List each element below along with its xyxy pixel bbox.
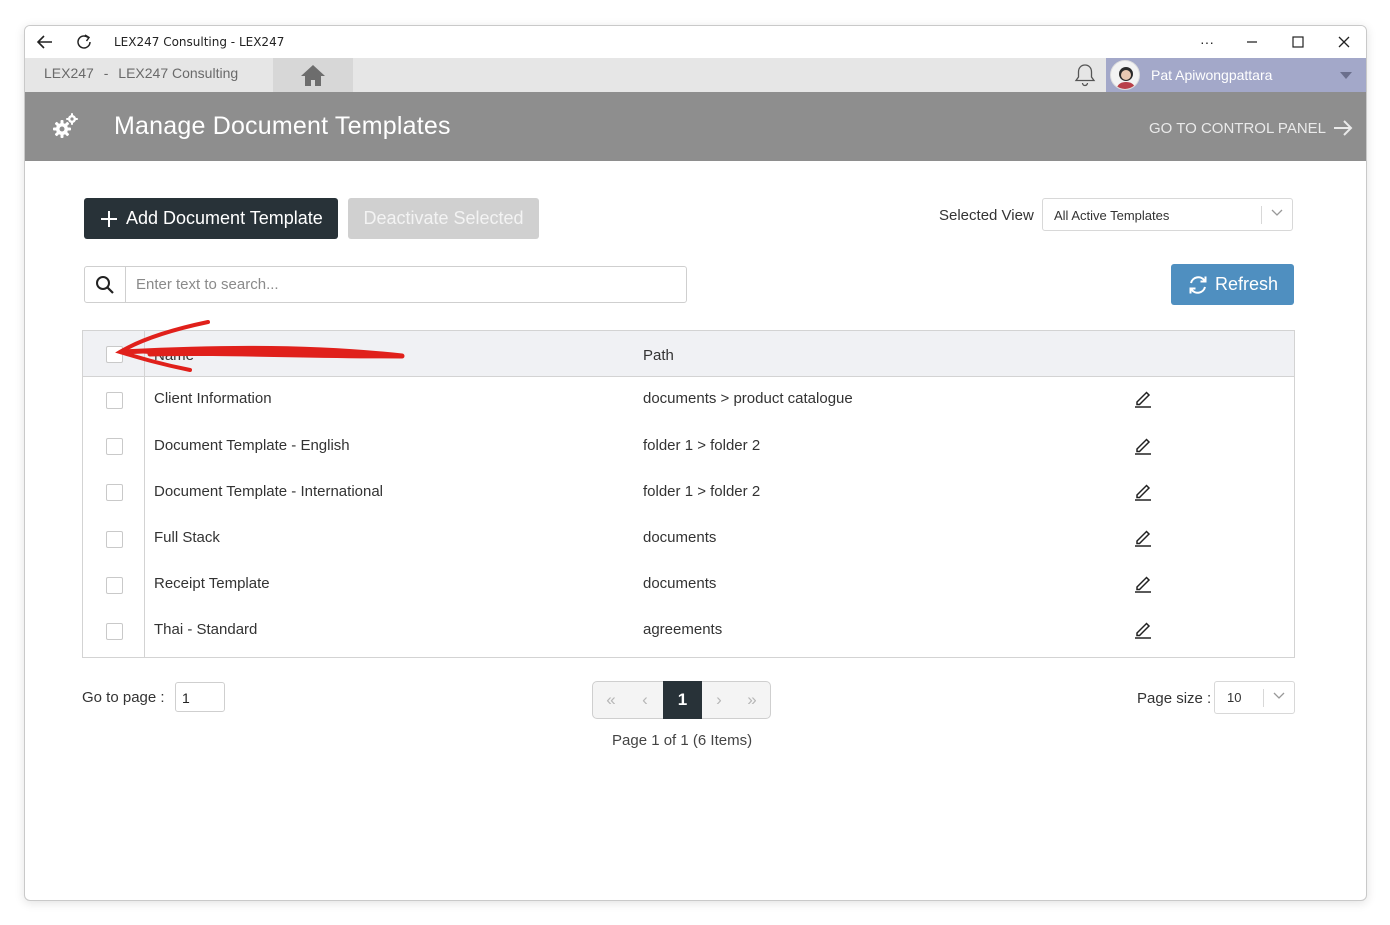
row-path: documents > product catalogue bbox=[643, 390, 853, 407]
page-size-dropdown[interactable]: 10 bbox=[1214, 681, 1295, 714]
templates-table: Name Path Client Information documents >… bbox=[82, 330, 1295, 658]
user-menu-caret-icon[interactable] bbox=[1340, 72, 1352, 79]
page-size-label: Page size : bbox=[1137, 690, 1212, 707]
search-input[interactable] bbox=[127, 267, 682, 302]
table-row[interactable]: Full Stack documents bbox=[83, 516, 1294, 562]
row-name: Full Stack bbox=[154, 529, 220, 546]
gears-icon bbox=[53, 113, 78, 138]
column-header-path[interactable]: Path bbox=[643, 347, 674, 364]
edit-pencil-icon[interactable] bbox=[1133, 481, 1153, 501]
tab-bar: LEX247 - LEX247 Consulting Pat Apiwongpa… bbox=[25, 58, 1366, 92]
page-header: Manage Document Templates GO TO CONTROL … bbox=[25, 92, 1366, 161]
user-name[interactable]: Pat Apiwongpattara bbox=[1151, 67, 1272, 83]
edit-pencil-icon[interactable] bbox=[1133, 435, 1153, 455]
table-header: Name Path bbox=[83, 331, 1294, 377]
back-arrow-icon[interactable] bbox=[35, 32, 55, 52]
row-checkbox[interactable] bbox=[106, 623, 123, 640]
home-tab[interactable] bbox=[273, 58, 353, 92]
edit-pencil-icon[interactable] bbox=[1133, 619, 1153, 639]
row-path: folder 1 > folder 2 bbox=[643, 437, 761, 454]
chevron-down-icon bbox=[1273, 692, 1285, 699]
refresh-label: Refresh bbox=[1214, 274, 1279, 294]
refresh-icon bbox=[1189, 275, 1207, 294]
close-icon[interactable] bbox=[1334, 32, 1354, 52]
row-path: documents bbox=[643, 529, 717, 546]
search-icon bbox=[96, 275, 114, 294]
add-document-template-button[interactable]: Add Document Template bbox=[84, 198, 338, 239]
go-to-page-label: Go to page : bbox=[82, 689, 165, 706]
search-icon-container[interactable] bbox=[85, 267, 126, 302]
edit-pencil-icon[interactable] bbox=[1133, 573, 1153, 593]
app-window: LEX247 Consulting - LEX247 ··· LEX247 - … bbox=[24, 25, 1367, 901]
window-title: LEX247 Consulting - LEX247 bbox=[114, 35, 285, 49]
tab-org-label: LEX247 bbox=[44, 65, 94, 81]
search-box bbox=[84, 266, 687, 303]
first-page-icon[interactable]: « bbox=[593, 682, 629, 718]
row-name: Document Template - International bbox=[154, 483, 384, 500]
tab-company-label: LEX247 Consulting bbox=[118, 65, 239, 81]
deactivate-selected-button[interactable]: Deactivate Selected bbox=[348, 198, 539, 239]
selected-view-label: Selected View bbox=[939, 207, 1034, 224]
table-row[interactable]: Client Information documents > product c… bbox=[83, 377, 1294, 423]
page-title: Manage Document Templates bbox=[114, 112, 451, 140]
table-row[interactable]: Document Template - English folder 1 > f… bbox=[83, 423, 1294, 469]
previous-page-icon[interactable]: ‹ bbox=[627, 682, 663, 718]
select-all-checkbox[interactable] bbox=[106, 346, 123, 363]
reload-icon[interactable] bbox=[74, 32, 94, 52]
control-panel-label: GO TO CONTROL PANEL bbox=[1149, 119, 1326, 137]
selected-view-dropdown[interactable]: All Active Templates bbox=[1042, 198, 1293, 231]
more-icon[interactable]: ··· bbox=[1197, 32, 1217, 52]
refresh-button[interactable]: Refresh bbox=[1171, 264, 1294, 305]
table-row[interactable]: Receipt Template documents bbox=[83, 562, 1294, 608]
last-page-icon[interactable]: » bbox=[734, 682, 770, 718]
row-name: Document Template - English bbox=[154, 437, 350, 454]
plus-icon bbox=[101, 210, 117, 227]
title-bar: LEX247 Consulting - LEX247 ··· bbox=[25, 26, 1366, 58]
row-path: agreements bbox=[643, 621, 723, 638]
tab-company[interactable]: LEX247 - LEX247 Consulting bbox=[25, 58, 273, 92]
minimize-icon[interactable] bbox=[1242, 32, 1262, 52]
page-size-value: 10 bbox=[1227, 690, 1242, 705]
go-to-control-panel-link[interactable]: GO TO CONTROL PANEL bbox=[1149, 118, 1354, 138]
row-checkbox[interactable] bbox=[106, 484, 123, 501]
edit-pencil-icon[interactable] bbox=[1133, 388, 1153, 408]
chevron-down-icon bbox=[1271, 209, 1283, 216]
bell-icon[interactable] bbox=[1072, 62, 1098, 88]
add-button-label: Add Document Template bbox=[126, 208, 323, 228]
row-path: folder 1 > folder 2 bbox=[643, 483, 761, 500]
row-checkbox[interactable] bbox=[106, 438, 123, 455]
row-checkbox[interactable] bbox=[106, 392, 123, 409]
tab-separator: - bbox=[103, 65, 109, 81]
row-checkbox[interactable] bbox=[106, 577, 123, 594]
selected-view-value: All Active Templates bbox=[1054, 208, 1170, 223]
column-header-name[interactable]: Name bbox=[154, 347, 194, 364]
go-to-page-input[interactable]: 1 bbox=[175, 682, 225, 712]
edit-pencil-icon[interactable] bbox=[1133, 527, 1153, 547]
table-row[interactable]: Thai - Standard agreements bbox=[83, 608, 1294, 654]
row-checkbox[interactable] bbox=[106, 531, 123, 548]
pagination: « ‹ 1 › » bbox=[592, 681, 771, 719]
next-page-icon[interactable]: › bbox=[701, 682, 737, 718]
maximize-icon[interactable] bbox=[1288, 32, 1308, 52]
row-name: Thai - Standard bbox=[154, 621, 258, 638]
avatar[interactable] bbox=[1110, 60, 1140, 90]
row-name: Receipt Template bbox=[154, 575, 270, 592]
arrow-right-icon bbox=[1334, 120, 1353, 136]
home-icon bbox=[301, 65, 325, 86]
table-row[interactable]: Document Template - International folder… bbox=[83, 469, 1294, 515]
page-info: Page 1 of 1 (6 Items) bbox=[612, 732, 753, 749]
row-path: documents bbox=[643, 575, 717, 592]
current-page-button[interactable]: 1 bbox=[663, 681, 702, 719]
row-name: Client Information bbox=[154, 390, 272, 407]
